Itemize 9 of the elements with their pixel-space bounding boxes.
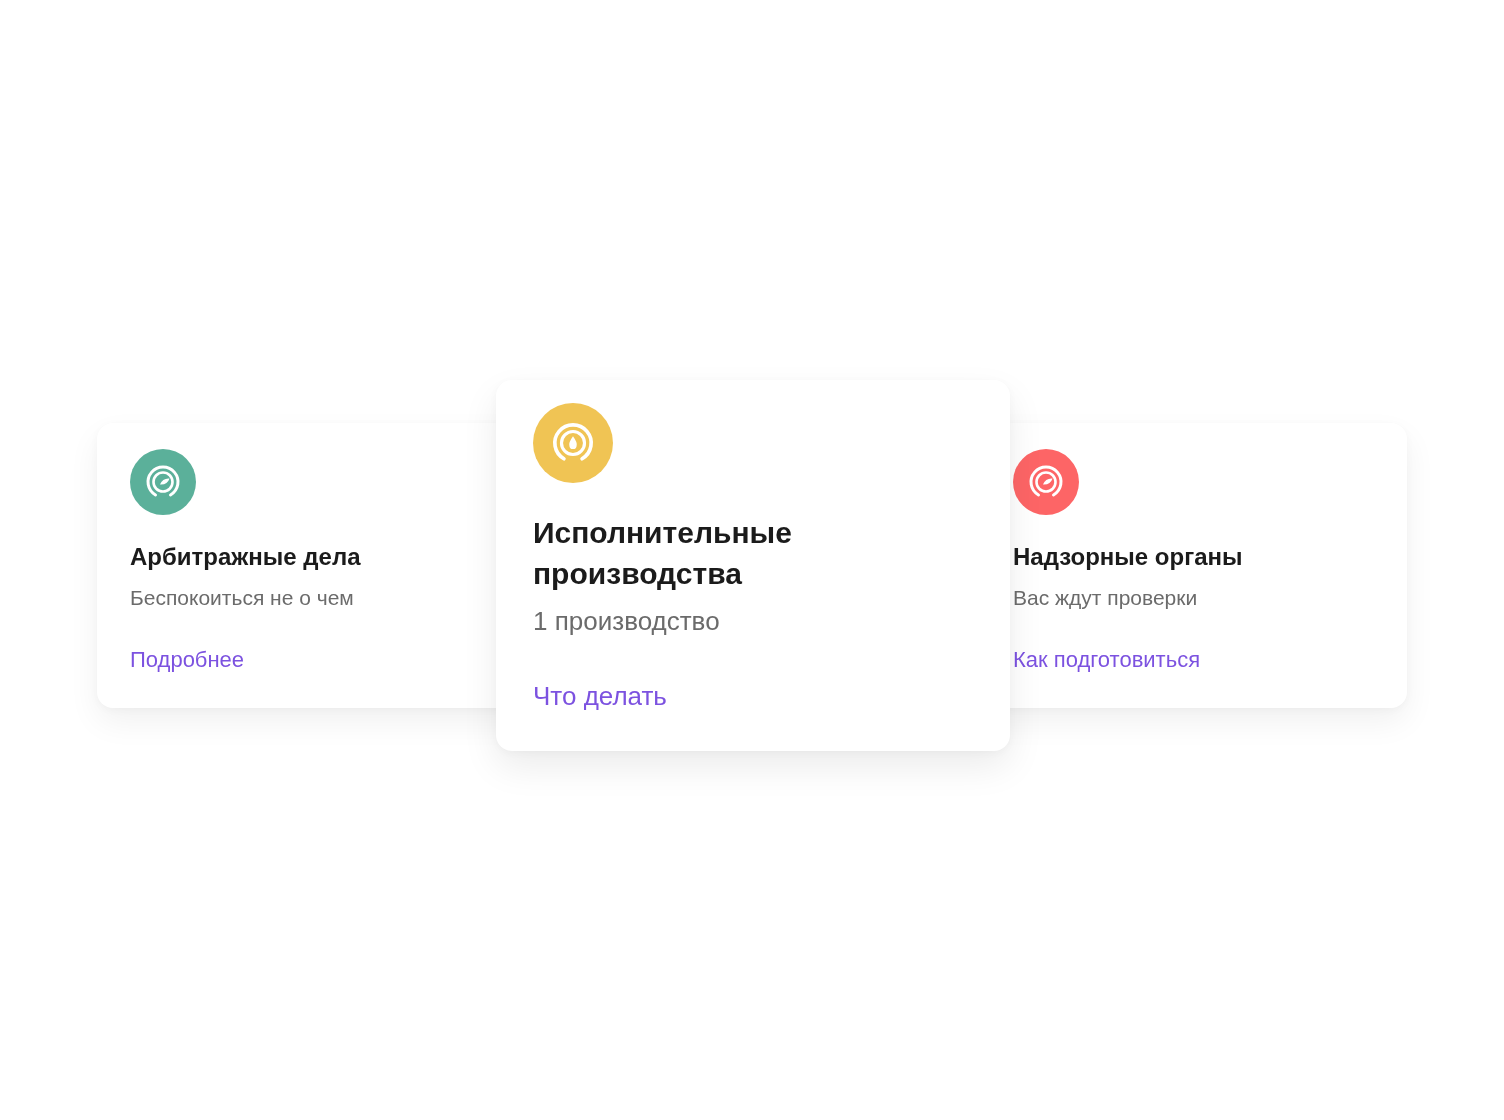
card-link[interactable]: Подробнее xyxy=(130,645,245,675)
card-title: Исполнительные производства xyxy=(533,515,793,592)
card-title: Надзорные органы xyxy=(1013,542,1243,572)
card-link[interactable]: Как подготовиться xyxy=(1013,645,1201,675)
card-link[interactable]: Что делать xyxy=(533,681,667,711)
card-subtitle: 1 производство xyxy=(533,606,720,636)
card-subtitle: Беспокоиться не о чем xyxy=(130,585,354,611)
card-title: Арбитражные дела xyxy=(130,542,361,572)
card-subtitle: Вас ждут проверки xyxy=(1013,585,1198,611)
